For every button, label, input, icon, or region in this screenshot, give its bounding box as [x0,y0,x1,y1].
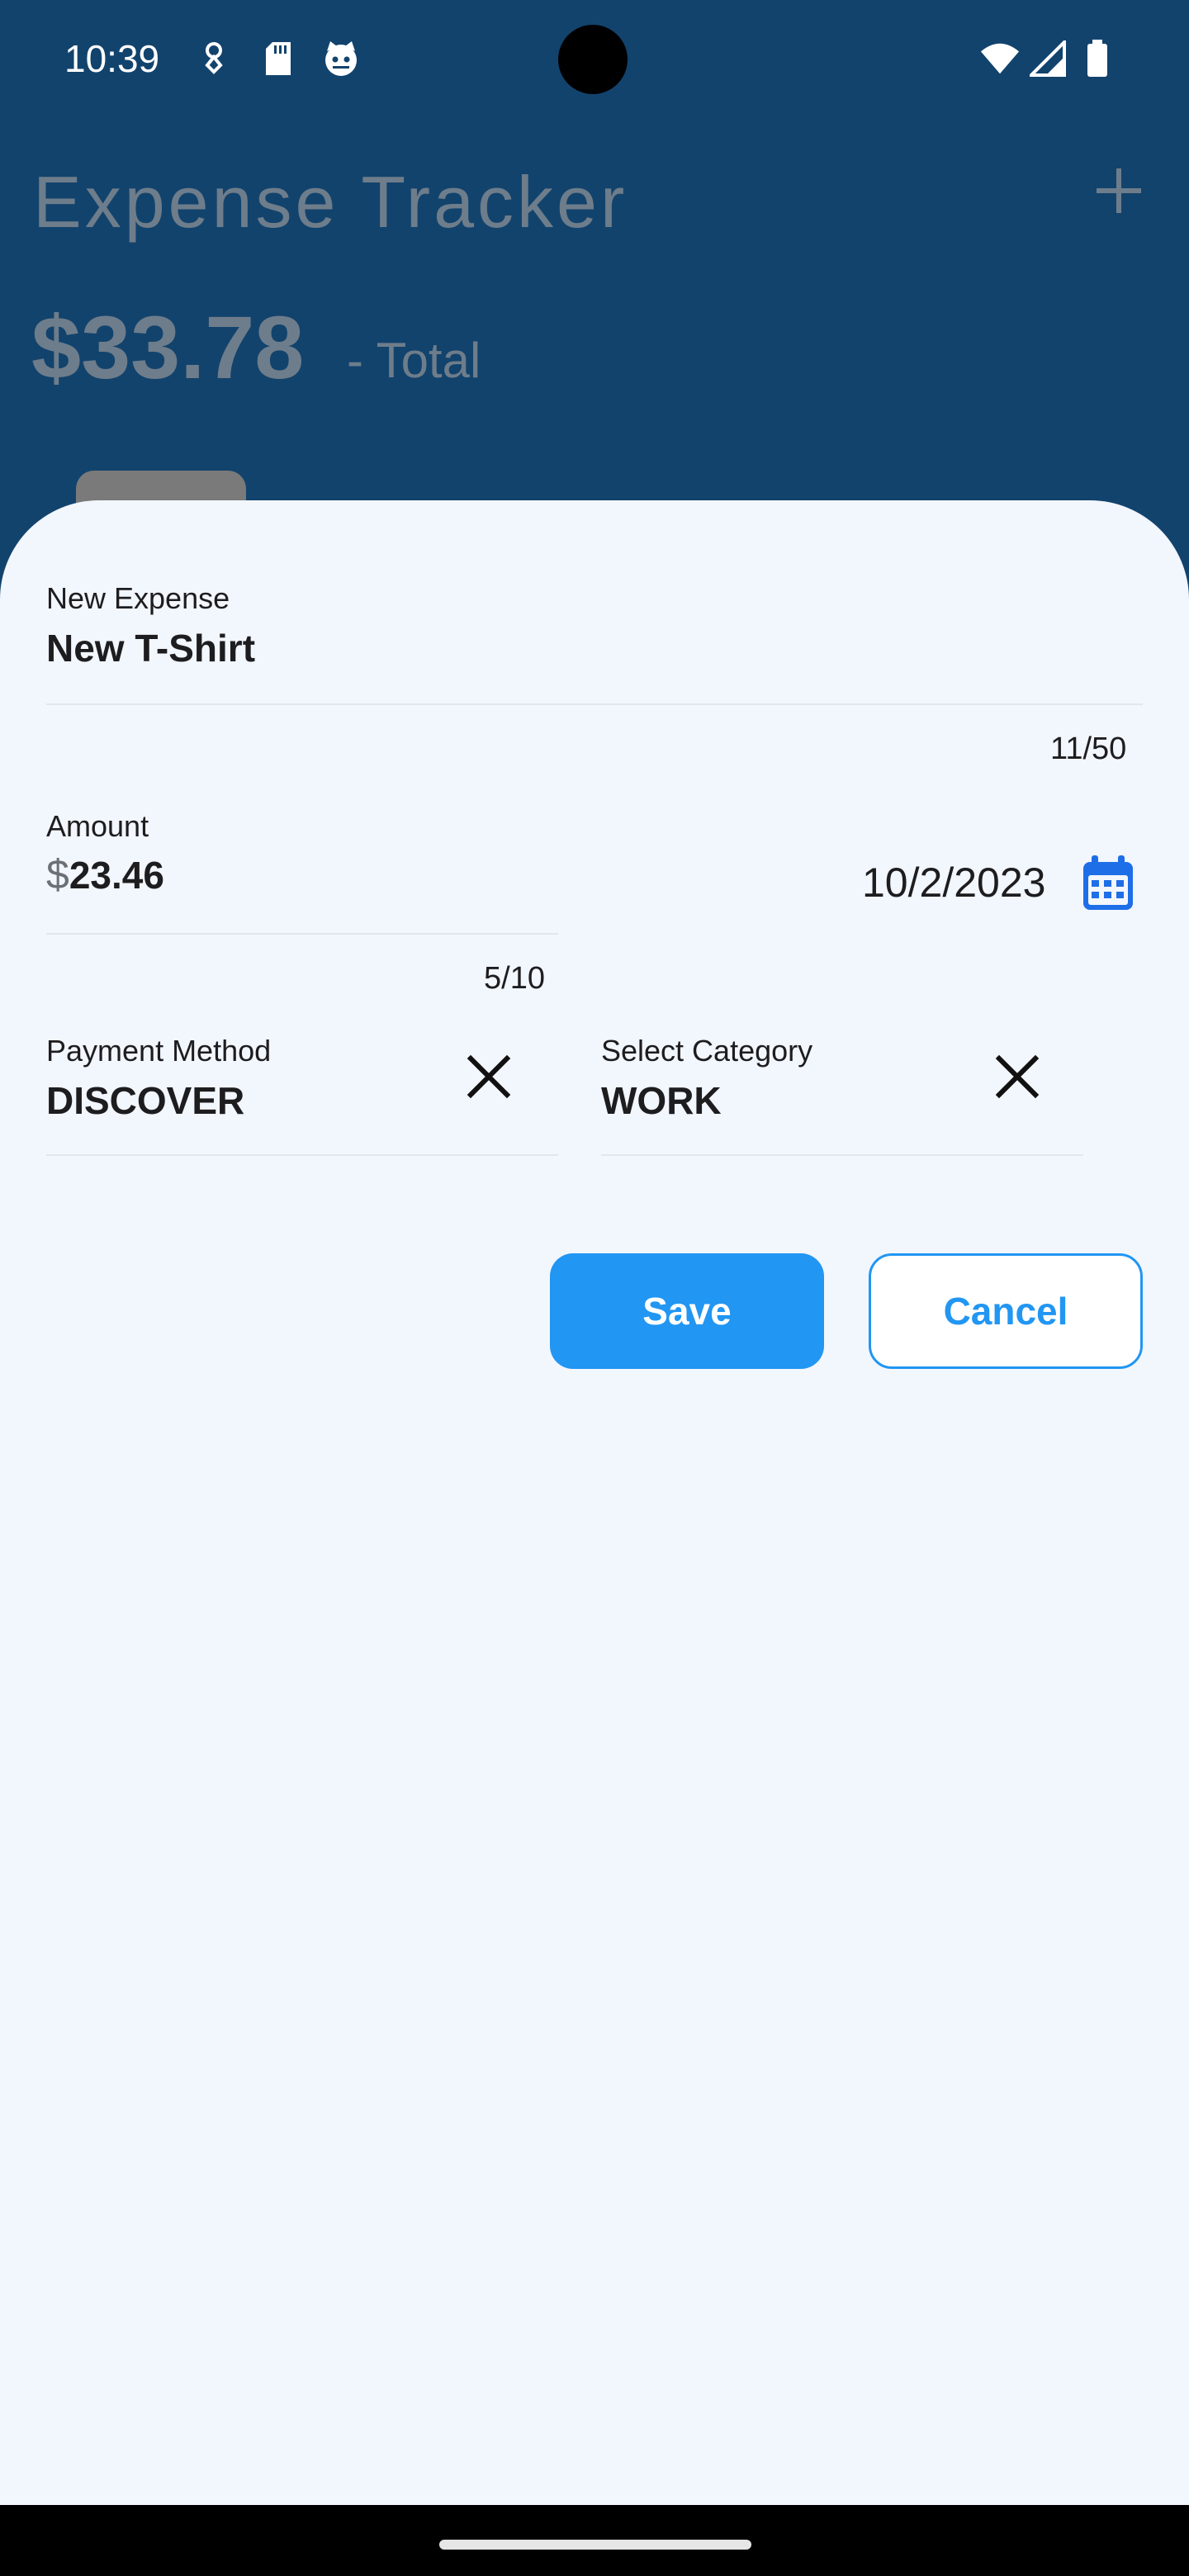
close-icon[interactable] [464,1052,514,1101]
plus-icon[interactable] [1090,162,1149,221]
amount-value: 23.46 [69,854,164,897]
status-bar: 10:39 [0,0,1189,124]
category-underline [601,1154,1083,1156]
amount-counter: 5/10 [484,961,545,996]
cat-face-icon [320,38,362,79]
payment-method-select[interactable]: DISCOVER [46,1078,244,1123]
signal-icon [1027,38,1068,79]
save-button[interactable]: Save [550,1253,824,1369]
amount-label: Amount [46,809,149,843]
expense-name-underline [46,703,1143,705]
battery-icon [1077,38,1118,79]
payment-method-label: Payment Method [46,1034,272,1068]
amount-input[interactable]: $23.46 [46,850,164,898]
calendar-icon[interactable] [1078,854,1138,913]
navigation-bar [0,2505,1189,2576]
camera-cutout [558,25,628,94]
new-expense-sheet: New Expense New T-Shirt 11/50 Amount $23… [0,500,1189,2505]
cancel-button[interactable]: Cancel [869,1253,1143,1369]
expense-name-label: New Expense [46,581,230,615]
close-icon[interactable] [992,1052,1042,1101]
location-icon [193,38,234,79]
payment-method-underline [46,1154,558,1156]
date-value[interactable]: 10/2/2023 [862,859,1045,907]
total-amount: $33.78 [31,297,305,397]
amount-underline [46,933,558,935]
status-time: 10:39 [64,37,160,80]
sd-card-icon [258,38,299,79]
currency-prefix: $ [46,851,69,897]
wifi-icon [979,38,1021,79]
category-select[interactable]: WORK [601,1078,722,1123]
app-title: Expense Tracker [33,161,628,243]
total-label: - Total [347,333,481,388]
expense-name-counter: 11/50 [1050,732,1127,766]
home-indicator[interactable] [439,2540,751,2550]
category-label: Select Category [601,1034,813,1068]
expense-name-input[interactable]: New T-Shirt [46,626,255,670]
